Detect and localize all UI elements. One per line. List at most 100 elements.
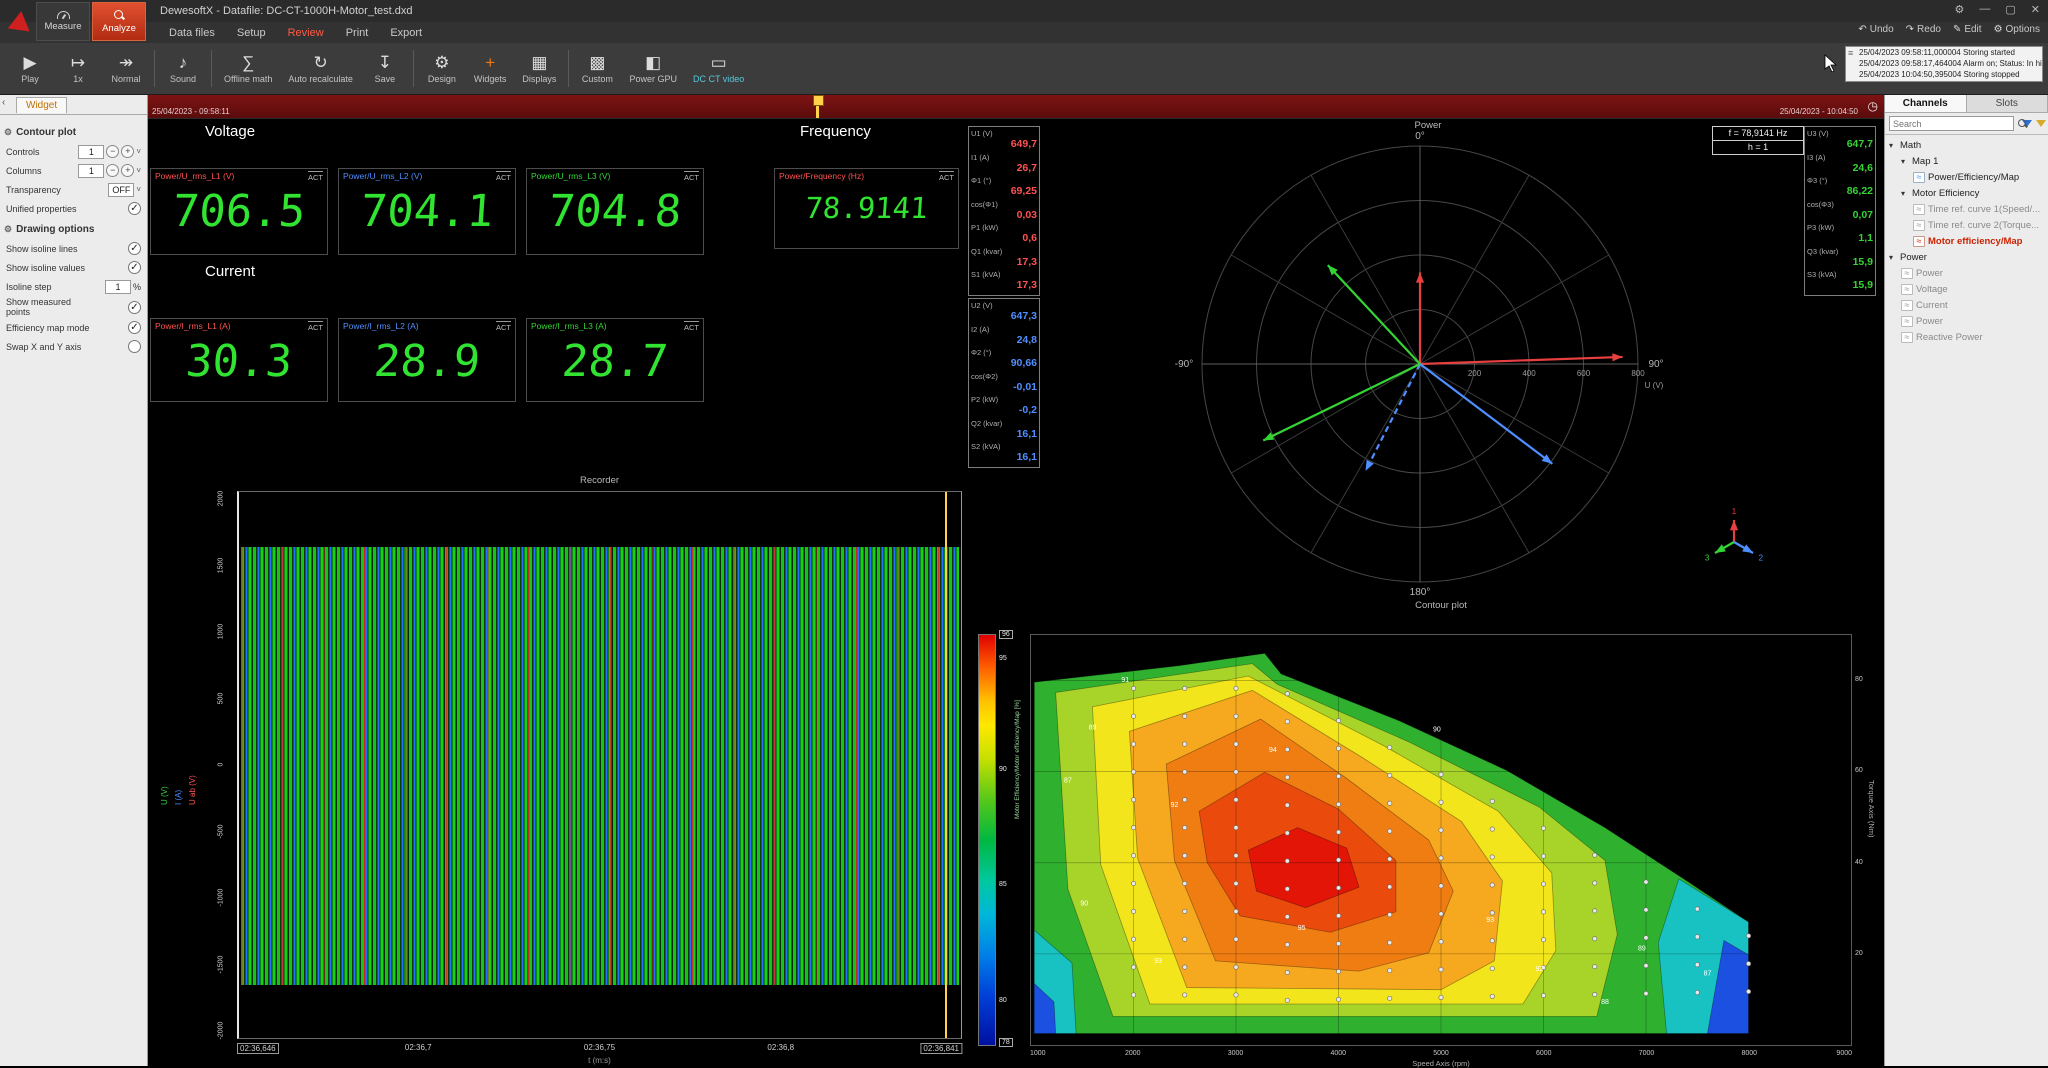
toolbar-power-gpu[interactable]: ◧Power GPU [621,43,685,94]
expander-icon[interactable]: ▾ [1901,157,1909,166]
decrement-button[interactable]: − [106,164,119,177]
toolbar-play[interactable]: ▶Play [6,43,54,94]
chevron-down-icon[interactable]: ˅ [136,166,141,175]
menu-export[interactable]: Export [379,25,433,41]
increment-button[interactable]: + [121,164,134,177]
menu-print[interactable]: Print [335,25,380,41]
voltage-display-l1[interactable]: Power/U_rms_L1 (V)ACT 706.5 [150,168,328,255]
tree-item-map-1[interactable]: ▾Map 1 [1885,153,2048,169]
tab-slots[interactable]: Slots [1967,95,2048,112]
phasor-cos-2: cos(Φ2)-0,01 [971,372,1037,396]
toolbar-sound[interactable]: ♪Sound [159,43,207,94]
contour-plot-area[interactable]: 9189879092939495909392898887 [1030,634,1852,1046]
current-display-l2[interactable]: Power/I_rms_L2 (A)ACT 28.9 [338,318,516,402]
decrement-button[interactable]: − [106,145,119,158]
tree-item-power[interactable]: ≈Power [1885,313,2048,329]
menu-setup[interactable]: Setup [226,25,277,41]
tab-channels[interactable]: Channels [1885,95,1967,112]
measure-button[interactable]: Measure [36,2,90,41]
recorder-widget[interactable]: Recorder U (V)I (A)U ab (V) 200015001000… [150,475,965,1066]
vectorscope-widget[interactable]: 0°90°180°-90°200400600800U (V)123 Power … [966,120,1878,598]
collapse-panel-button[interactable]: ‹ [2,97,5,108]
close-button[interactable]: ✕ [2031,3,2040,16]
voltage-display-l2[interactable]: Power/U_rms_L2 (V)ACT 704.1 [338,168,516,255]
redo-button[interactable]: ↷Redo [1906,24,1941,35]
checkbox-efficiency-map-mode[interactable]: ✓ [128,321,141,334]
timeline-cursor[interactable] [816,95,819,118]
x-tick: 2000 [1125,1050,1141,1057]
channel-name: Power/U_rms_L2 (V) [343,171,422,181]
checkbox-show-measured-points[interactable]: ✓ [128,301,141,314]
menu-review[interactable]: Review [277,25,335,41]
filter-funnel-alt-icon[interactable] [2036,120,2046,127]
toolbar-dc-ct-video[interactable]: ▭DC CT video [685,43,752,94]
toolbar-1x[interactable]: ↦1x [54,43,102,94]
toolbar: ▶Play↦1x↠Normal♪Sound∑Offline math↻Auto … [0,43,2048,95]
voltage-display-l3[interactable]: Power/U_rms_L3 (V)ACT 704.8 [526,168,704,255]
toolbar-save[interactable]: ↧Save [361,43,409,94]
tree-item-reactive-power[interactable]: ≈Reactive Power [1885,329,2048,345]
tree-item-power[interactable]: ▾Power [1885,249,2048,265]
tab-widget[interactable]: Widget [16,97,67,113]
toolbar-widgets[interactable]: +Widgets [466,43,515,94]
expander-icon[interactable]: ▾ [1901,189,1909,198]
increment-button[interactable]: + [121,145,134,158]
isoline-value: 92 [1171,802,1179,809]
toolbar-design[interactable]: ⚙Design [418,43,466,94]
setting-value[interactable]: 1 [78,145,104,159]
toolbar-normal[interactable]: ↠Normal [102,43,150,94]
chevron-down-icon[interactable]: ˅ [136,147,141,156]
expander-icon[interactable]: ▾ [1889,141,1897,150]
section-contour-plot[interactable]: ⚙Contour plot [4,127,143,138]
setting-value[interactable]: 1 [105,280,131,294]
search-input[interactable] [1889,116,2014,131]
expander-icon[interactable]: ▾ [1889,253,1897,262]
checkbox-swap-x-and-y-axis[interactable] [128,340,141,353]
recorder-cursor[interactable] [945,492,947,1038]
toolbar-auto-recalculate[interactable]: ↻Auto recalculate [280,43,361,94]
gear-icon: ⚙ [4,127,12,138]
tree-item-time-ref-curve-2-torque[interactable]: ≈Time ref. curve 2(Torque... [1885,217,2048,233]
options-button[interactable]: ⚙Options [1994,24,2040,35]
tree-item-motor-efficiency[interactable]: ▾Motor Efficiency [1885,185,2048,201]
event-log[interactable]: 25/04/2023 09:58:11,000004 Storing start… [1845,46,2043,82]
undo-button[interactable]: ↶Undo [1858,24,1893,35]
measured-point [1285,775,1289,779]
phasor-label: U3 (V) [1807,129,1873,138]
recorder-plot-area[interactable] [237,491,962,1039]
analyze-button[interactable]: Analyze [92,2,146,41]
minimize-button[interactable]: — [1979,3,1990,16]
tree-item-voltage[interactable]: ≈Voltage [1885,281,2048,297]
section-drawing-options[interactable]: ⚙Drawing options [4,224,143,235]
toolbar-displays[interactable]: ▦Displays [514,43,564,94]
toolbar-offline-math[interactable]: ∑Offline math [216,43,280,94]
tree-item-motor-efficiency-map[interactable]: ≈Motor efficiency/Map [1885,233,2048,249]
toolbar-custom[interactable]: ▩Custom [573,43,621,94]
tree-item-time-ref-curve-1-speed[interactable]: ≈Time ref. curve 1(Speed/... [1885,201,2048,217]
checkbox-unified-properties[interactable]: ✓ [128,202,141,215]
tree-item-math[interactable]: ▾Math [1885,137,2048,153]
tree-item-power-efficiency-map[interactable]: ≈Power/Efficiency/Map [1885,169,2048,185]
checkbox-show-isoline-lines[interactable]: ✓ [128,242,141,255]
settings-button[interactable]: ⚙ [1955,3,1965,16]
clock-icon[interactable]: ◷ [1868,99,1878,113]
edit-button[interactable]: ✎Edit [1953,24,1982,35]
vector-i1-head [1612,353,1622,361]
setting-value[interactable]: 1 [78,164,104,178]
chevron-down-icon[interactable]: ˅ [136,185,141,194]
tree-item-power[interactable]: ≈Power [1885,265,2048,281]
contour-widget[interactable]: Contour plot 969590858078 Motor Efficien… [966,600,1878,1066]
current-display-l3[interactable]: Power/I_rms_L3 (A)ACT 28.7 [526,318,704,402]
checkbox-show-isoline-values[interactable]: ✓ [128,261,141,274]
setting-value[interactable]: OFF [108,183,134,197]
maximize-button[interactable]: ▢ [2005,3,2015,16]
timeline-bar[interactable]: 25/04/2023 - 09:58:11 25/04/2023 - 10:04… [148,95,1884,119]
current-display-l1[interactable]: Power/I_rms_L1 (A)ACT 30.3 [150,318,328,402]
phasor-value: 17,3 [971,279,1037,291]
toolbar-label: Save [375,74,396,84]
frequency-display[interactable]: Power/Frequency (Hz)ACT 78.9141 [774,168,959,249]
phasor-value: 90,66 [971,357,1037,369]
phase-legend-label: 2 [1759,554,1764,563]
tree-item-current[interactable]: ≈Current [1885,297,2048,313]
menu-data-files[interactable]: Data files [158,25,226,41]
